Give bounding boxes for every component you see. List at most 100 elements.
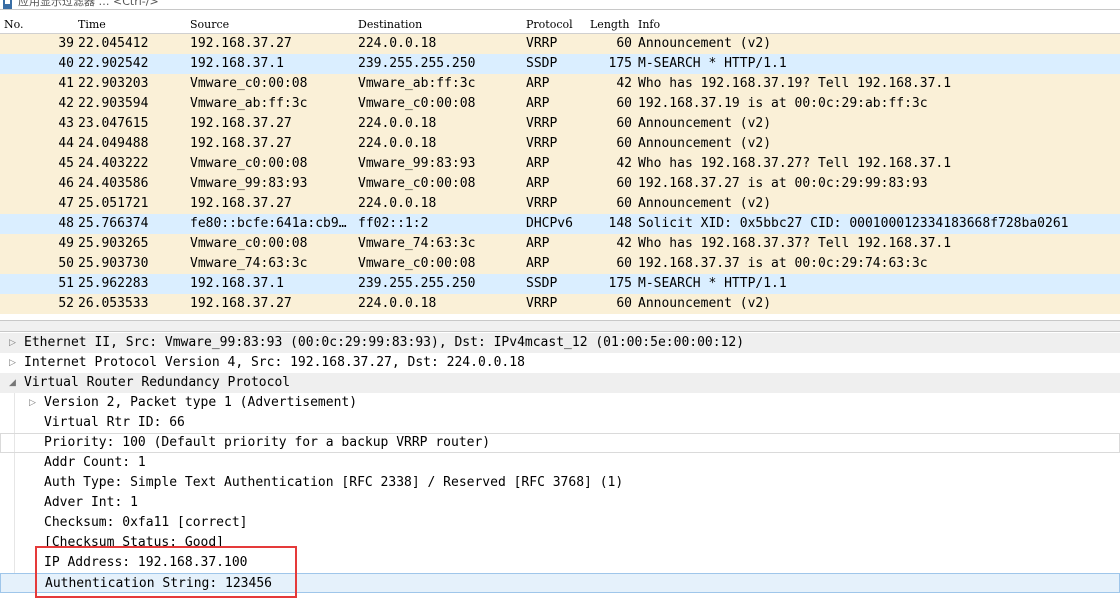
- cell-info: Announcement (v2): [638, 116, 772, 131]
- cell-destination: Vmware_c0:00:08: [358, 256, 476, 271]
- display-filter-input[interactable]: 应用显示过滤器 … <Ctrl-/>: [18, 0, 159, 9]
- cell-time: 23.047615: [78, 116, 149, 131]
- packet-row[interactable]: 45 24.403222 Vmware_c0:00:08 Vmware_99:83:9…: [0, 154, 1120, 174]
- triangle-down-icon[interactable]: ◢: [9, 373, 16, 393]
- tree-item-label: Auth Type: Simple Text Authentication [R…: [44, 475, 624, 490]
- cell-protocol: SSDP: [526, 56, 558, 71]
- cell-destination: Vmware_ab:ff:3c: [358, 76, 476, 91]
- tree-item[interactable]: Adver Int: 1: [0, 493, 1120, 513]
- cell-protocol: SSDP: [526, 276, 558, 291]
- packet-row[interactable]: 51 25.962283 192.168.37.1 239.255.255.250 SS…: [0, 274, 1120, 294]
- triangle-right-icon[interactable]: ▷: [9, 353, 16, 373]
- cell-no: 43: [58, 116, 74, 131]
- cell-time: 24.403222: [78, 156, 149, 171]
- packet-row[interactable]: 48 25.766374 fe80::bcfe:641a:cb9… ff02::1:2…: [0, 214, 1120, 234]
- packet-row[interactable]: 46 24.403586 Vmware_99:83:93 Vmware_c0:00:0…: [0, 174, 1120, 194]
- cell-source: Vmware_74:63:3c: [190, 256, 308, 271]
- tree-item[interactable]: ◢ Virtual Router Redundancy Protocol: [0, 373, 1120, 393]
- cell-destination: ff02::1:2: [358, 216, 429, 231]
- cell-source: Vmware_c0:00:08: [190, 236, 308, 251]
- tree-item[interactable]: Auth Type: Simple Text Authentication [R…: [0, 473, 1120, 493]
- packet-row[interactable]: 47 25.051721 192.168.37.27 224.0.0.18 VRRP 60…: [0, 194, 1120, 214]
- tree-item[interactable]: ▷ Version 2, Packet type 1 (Advertisement…: [0, 393, 1120, 413]
- tree-item[interactable]: IP Address: 192.168.37.100: [0, 553, 1120, 573]
- cell-length: 42: [616, 76, 632, 91]
- cell-source: Vmware_ab:ff:3c: [190, 96, 308, 111]
- cell-protocol: ARP: [526, 236, 550, 251]
- column-header-protocol[interactable]: Protocol: [526, 18, 573, 31]
- column-header-length[interactable]: Length: [590, 18, 629, 31]
- packet-row[interactable]: 41 22.903203 Vmware_c0:00:08 Vmware_ab:ff:3…: [0, 74, 1120, 94]
- cell-length: 175: [608, 56, 632, 71]
- cell-destination: 224.0.0.18: [358, 136, 437, 151]
- cell-length: 60: [616, 296, 632, 311]
- cell-protocol: ARP: [526, 156, 550, 171]
- cell-source: 192.168.37.27: [190, 116, 292, 131]
- cell-no: 40: [58, 56, 74, 71]
- tree-item-label: Ethernet II, Src: Vmware_99:83:93 (00:0c…: [24, 335, 745, 350]
- packet-row[interactable]: 52 26.053533 192.168.37.27 224.0.0.18 VRRP 60…: [0, 294, 1120, 314]
- packet-row[interactable]: 42 22.903594 Vmware_ab:ff:3c Vmware_c0:00:0…: [0, 94, 1120, 114]
- cell-source: 192.168.37.27: [190, 36, 292, 51]
- cell-no: 46: [58, 176, 74, 191]
- cell-source: 192.168.37.1: [190, 276, 284, 291]
- tree-item[interactable]: Priority: 100 (Default priority for a ba…: [0, 433, 1120, 453]
- column-header-info[interactable]: Info: [638, 18, 660, 31]
- packet-row[interactable]: 44 24.049488 192.168.37.27 224.0.0.18 VRRP 60…: [0, 134, 1120, 154]
- cell-time: 24.049488: [78, 136, 149, 151]
- cell-time: 22.903203: [78, 76, 149, 91]
- cell-protocol: DHCPv6: [526, 216, 573, 231]
- column-header-source[interactable]: Source: [190, 18, 229, 31]
- cell-protocol: VRRP: [526, 136, 558, 151]
- tree-item-label: Adver Int: 1: [44, 495, 138, 510]
- tree-item[interactable]: Authentication String: 123456: [0, 573, 1120, 593]
- cell-info: M-SEARCH * HTTP/1.1: [638, 56, 787, 71]
- tree-item[interactable]: Checksum: 0xfa11 [correct]: [0, 513, 1120, 533]
- triangle-right-icon[interactable]: ▷: [9, 333, 16, 353]
- tree-item[interactable]: ▷ Internet Protocol Version 4, Src: 192.1…: [0, 353, 1120, 373]
- packet-row[interactable]: 40 22.902542 192.168.37.1 239.255.255.250 SS…: [0, 54, 1120, 74]
- column-header-destination[interactable]: Destination: [358, 18, 422, 31]
- packet-row[interactable]: 39 22.045412 192.168.37.27 224.0.0.18 VRRP 60…: [0, 34, 1120, 54]
- cell-no: 52: [58, 296, 74, 311]
- cell-time: 24.403586: [78, 176, 149, 191]
- cell-info: Announcement (v2): [638, 196, 772, 211]
- triangle-right-icon[interactable]: ▷: [29, 393, 36, 413]
- column-header-no[interactable]: No.: [4, 18, 24, 31]
- cell-info: 192.168.37.37 is at 00:0c:29:74:63:3c: [638, 256, 928, 271]
- packet-row[interactable]: 43 23.047615 192.168.37.27 224.0.0.18 VRRP 60…: [0, 114, 1120, 134]
- display-filter-bar[interactable]: 应用显示过滤器 … <Ctrl-/>: [0, 0, 1120, 10]
- cell-no: 42: [58, 96, 74, 111]
- cell-protocol: ARP: [526, 176, 550, 191]
- tree-item[interactable]: Addr Count: 1: [0, 453, 1120, 473]
- cell-destination: 224.0.0.18: [358, 296, 437, 311]
- cell-source: 192.168.37.27: [190, 296, 292, 311]
- column-header-time[interactable]: Time: [78, 18, 106, 31]
- packet-details-tree[interactable]: ▷ Ethernet II, Src: Vmware_99:83:93 (00:0…: [0, 333, 1120, 602]
- cell-no: 50: [58, 256, 74, 271]
- tree-item[interactable]: Virtual Rtr ID: 66: [0, 413, 1120, 433]
- cell-time: 25.903730: [78, 256, 149, 271]
- cell-length: 60: [616, 96, 632, 111]
- cell-protocol: VRRP: [526, 36, 558, 51]
- packet-row[interactable]: 50 25.903730 Vmware_74:63:3c Vmware_c0:00:0…: [0, 254, 1120, 274]
- tree-item-label: Authentication String: 123456: [45, 576, 272, 591]
- tree-item[interactable]: ▷ Ethernet II, Src: Vmware_99:83:93 (00:0…: [0, 333, 1120, 353]
- packet-row[interactable]: 49 25.903265 Vmware_c0:00:08 Vmware_74:63:3…: [0, 234, 1120, 254]
- cell-length: 60: [616, 116, 632, 131]
- cell-info: Who has 192.168.37.19? Tell 192.168.37.1: [638, 76, 952, 91]
- tree-item-label: Virtual Rtr ID: 66: [44, 415, 185, 430]
- cell-info: 192.168.37.27 is at 00:0c:29:99:83:93: [638, 176, 928, 191]
- cell-length: 60: [616, 136, 632, 151]
- cell-no: 51: [58, 276, 74, 291]
- pane-splitter[interactable]: [0, 320, 1120, 332]
- cell-source: Vmware_99:83:93: [190, 176, 308, 191]
- packet-list[interactable]: No. Time Source Destination Protocol Len…: [0, 14, 1120, 316]
- tree-item[interactable]: [Checksum Status: Good]: [0, 533, 1120, 553]
- cell-length: 60: [616, 36, 632, 51]
- cell-info: Announcement (v2): [638, 296, 772, 311]
- bookmark-icon[interactable]: [3, 0, 12, 9]
- cell-protocol: VRRP: [526, 296, 558, 311]
- cell-no: 45: [58, 156, 74, 171]
- cell-length: 42: [616, 236, 632, 251]
